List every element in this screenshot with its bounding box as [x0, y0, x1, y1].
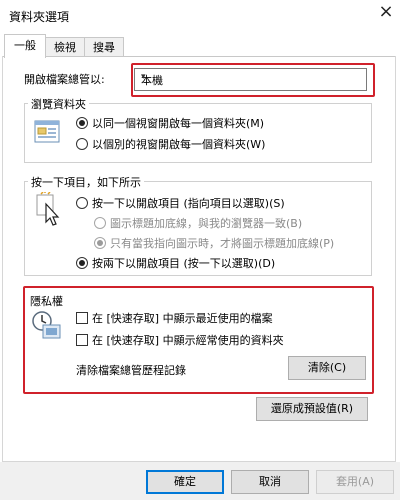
close-icon[interactable]: ×	[376, 3, 396, 21]
checkbox-recent-files[interactable]	[76, 312, 88, 324]
option-double-click-label: 按兩下以開啟項目 (按一下以選取)(D)	[92, 257, 276, 270]
privacy-clock-icon	[31, 309, 63, 341]
clear-button[interactable]: 清除(C)	[288, 356, 366, 380]
click-items-title: 按一下項目，如下所示	[28, 174, 144, 190]
panel-border-right	[395, 56, 396, 462]
apply-button[interactable]: 套用(A)	[316, 470, 394, 494]
privacy-title: 隱私權	[30, 295, 63, 308]
browse-label: 開啟檔案總管以:	[24, 73, 105, 86]
clear-history-label: 清除檔案總管歷程記錄	[76, 364, 186, 377]
option-underline-point-label: 只有當我指向圖示時，才將圖示標題加底線(P)	[110, 237, 335, 250]
radio-separate-window[interactable]	[76, 138, 88, 150]
option-same-window-label: 以同一個視窗開啟每一個資料夾(M)	[92, 117, 265, 130]
tab-general[interactable]: 一般	[4, 34, 46, 58]
tab-search[interactable]: 搜尋	[84, 37, 124, 57]
explorer-start-select[interactable]: 本機 ▾	[134, 68, 367, 91]
restore-defaults-button[interactable]: 還原成預設值(R)	[256, 397, 368, 421]
panel-border-left	[2, 56, 3, 462]
tab-divider	[2, 56, 396, 57]
radio-underline-point[interactable]	[94, 237, 106, 249]
cancel-button[interactable]: 取消	[231, 470, 309, 494]
option-single-click-label: 按一下以開啟項目 (指向項目以選取)(S)	[92, 197, 285, 210]
chevron-down-icon: ▾	[141, 72, 146, 82]
radio-single-click[interactable]	[76, 197, 88, 209]
radio-underline-browser[interactable]	[94, 217, 106, 229]
checkbox-frequent-folders-label: 在 [快速存取] 中顯示經常使用的資料夾	[92, 334, 284, 347]
folder-window-icon	[33, 117, 63, 147]
checkbox-frequent-folders[interactable]	[76, 334, 88, 346]
click-pointer-icon	[33, 190, 63, 228]
radio-double-click[interactable]	[76, 257, 88, 269]
window-title: 資料夾選項	[9, 10, 70, 24]
browse-folders-title: 瀏覽資料夾	[28, 96, 89, 112]
browse-folders-group	[24, 103, 372, 163]
checkbox-recent-files-label: 在 [快速存取] 中顯示最近使用的檔案	[92, 312, 273, 325]
tab-view[interactable]: 檢視	[45, 37, 85, 57]
ok-button[interactable]: 確定	[146, 470, 224, 494]
option-underline-browser-label: 圖示標題加底線，與我的瀏覽器一致(B)	[110, 217, 303, 230]
radio-same-window[interactable]	[76, 117, 88, 129]
option-separate-window-label: 以個別的視窗開啟每一個資料夾(W)	[92, 138, 266, 151]
